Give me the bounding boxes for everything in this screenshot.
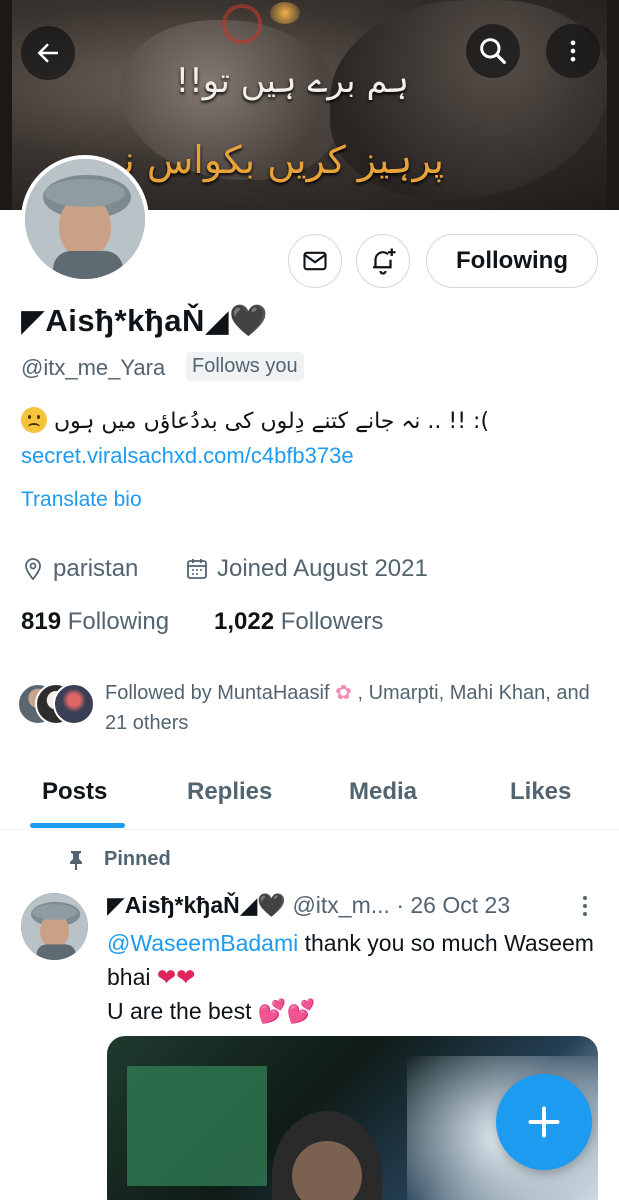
tweet-mention[interactable]: @WaseemBadami bbox=[107, 930, 298, 956]
avatar bbox=[53, 683, 95, 725]
flower-icon: ✿ bbox=[335, 682, 352, 704]
profile-avatar[interactable] bbox=[21, 155, 149, 283]
active-tab-indicator bbox=[30, 823, 125, 828]
follows-you-badge: Follows you bbox=[186, 352, 304, 381]
bio-text: نہ جانے کتنے دِلوں کی بددُعاؤں میں ہوں .… bbox=[54, 409, 490, 434]
banner-text-line1: ہم برے ہیں تو!! bbox=[175, 61, 409, 101]
translate-bio-link[interactable]: Translate bio bbox=[21, 488, 142, 512]
tweet-author-name[interactable]: ◤Aisђ*kђaŇ◢🖤 bbox=[107, 892, 286, 918]
pin-icon bbox=[70, 850, 82, 870]
tweet-author-handle[interactable]: @itx_m... bbox=[292, 892, 389, 918]
media-screen bbox=[127, 1066, 267, 1186]
avatar-image bbox=[21, 893, 88, 960]
avatar-image bbox=[25, 159, 145, 279]
display-name: ◤Aisђ*kђaŇ◢🖤 bbox=[21, 303, 269, 338]
pinned-label: Pinned bbox=[104, 848, 171, 870]
tab-replies[interactable]: Replies bbox=[187, 778, 272, 806]
tweet-date[interactable]: · 26 Oct 23 bbox=[396, 892, 510, 918]
user-handle: @itx_me_Yara bbox=[21, 355, 166, 380]
bio: نہ جانے کتنے دِلوں کی بددُعاؤں میں ہوں .… bbox=[21, 407, 601, 434]
following-stat[interactable]: 819 Following bbox=[21, 608, 169, 636]
followers-stat[interactable]: 1,022 Followers bbox=[214, 608, 383, 636]
followers-count: 1,022 bbox=[214, 608, 275, 635]
tweet-text-line2: U are the best bbox=[107, 998, 252, 1024]
banner-frame bbox=[607, 0, 619, 210]
search-button[interactable] bbox=[466, 24, 520, 78]
bio-link[interactable]: secret.viralsachxd.com/c4bfb373e bbox=[21, 443, 354, 469]
tab-likes[interactable]: Likes bbox=[510, 778, 571, 806]
tweet-more-button[interactable] bbox=[576, 893, 594, 924]
banner-sign bbox=[222, 4, 262, 44]
tab-media[interactable]: Media bbox=[349, 778, 417, 806]
tweet-header: ◤Aisђ*kђaŇ◢🖤 @itx_m... · 26 Oct 23 bbox=[107, 892, 510, 919]
tab-posts[interactable]: Posts bbox=[42, 778, 107, 806]
location-text: paristan bbox=[53, 555, 139, 582]
back-button[interactable] bbox=[21, 26, 75, 80]
plus-icon bbox=[528, 1106, 560, 1138]
banner-frame bbox=[0, 0, 12, 210]
following-count: 819 bbox=[21, 608, 62, 635]
calendar-icon bbox=[187, 559, 207, 579]
more-options-button[interactable] bbox=[546, 24, 600, 78]
map-pin-icon bbox=[25, 558, 41, 581]
more-vertical-icon bbox=[570, 40, 576, 62]
followed-by-prefix: Followed by MuntaHaasif bbox=[105, 682, 330, 704]
banner-light bbox=[270, 2, 300, 24]
profile-tabs: Posts Replies Media Likes bbox=[0, 760, 619, 830]
envelope-icon bbox=[303, 251, 327, 271]
join-date: Joined August 2021 bbox=[185, 555, 428, 583]
bell-plus-icon bbox=[373, 248, 396, 275]
join-date-text: Joined August 2021 bbox=[217, 555, 428, 582]
arrow-left-icon bbox=[37, 43, 58, 63]
following-button[interactable]: Following bbox=[426, 234, 598, 288]
pinned-indicator: Pinned bbox=[66, 848, 171, 871]
followed-by-avatars[interactable] bbox=[17, 683, 97, 727]
two-hearts-icon: 💕💕 bbox=[257, 998, 316, 1024]
message-button[interactable] bbox=[288, 234, 342, 288]
notifications-button[interactable] bbox=[356, 234, 410, 288]
location: paristan bbox=[21, 555, 138, 583]
followed-by-text[interactable]: Followed by MuntaHaasif ✿ , Umarpti, Mah… bbox=[105, 678, 595, 738]
compose-button[interactable] bbox=[496, 1074, 592, 1170]
followers-label: Followers bbox=[280, 608, 384, 635]
tweet-text: @WaseemBadami thank you so much Waseem b… bbox=[107, 926, 597, 1028]
red-heart-icon: ❤❤ bbox=[156, 964, 196, 990]
more-vertical-icon bbox=[583, 896, 587, 916]
frowning-face-icon bbox=[21, 407, 47, 433]
search-icon bbox=[480, 38, 506, 64]
following-label: Following bbox=[67, 608, 170, 635]
tweet-avatar[interactable] bbox=[21, 893, 88, 960]
